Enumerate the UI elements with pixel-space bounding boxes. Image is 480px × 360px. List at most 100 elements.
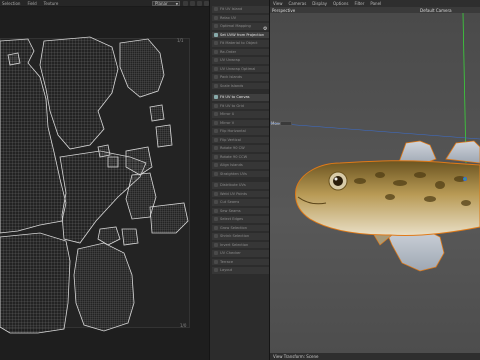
command-icon [214,103,218,108]
uv-island [155,124,173,148]
command-item[interactable]: Select Edges [212,216,269,224]
uv-island [149,202,189,234]
uv-menu-selection[interactable]: Selection [2,1,20,6]
command-item[interactable]: Fit Material to Object [212,40,269,48]
command-item[interactable]: Mirror U [212,111,269,119]
command-icon [214,41,218,46]
command-item[interactable]: UV Unwrap Optimal [212,65,269,73]
viewport-scene[interactable] [270,13,480,353]
uv-island [97,144,111,158]
command-icon [214,32,218,37]
vp-menu-panel[interactable]: Panel [370,1,381,6]
vp-menu-cameras[interactable]: Cameras [289,1,307,6]
command-item[interactable]: UV Unwrap [212,57,269,65]
command-label: Relax UV [220,15,237,20]
command-icon [214,183,218,188]
uv-island [119,38,165,98]
command-item[interactable]: Optimal Mapping [212,23,269,31]
command-item[interactable]: Terrace [212,258,269,266]
command-label: Mirror U [220,112,235,117]
uv-toolbar [183,1,209,6]
command-item[interactable]: Re-Order [212,48,269,56]
command-icon [214,137,218,142]
chevron-down-icon: ▼ [175,1,178,6]
command-item[interactable]: Flip Vertical [212,136,269,144]
command-label: Rotate 90 CCW [220,154,248,159]
command-item[interactable]: Fit UV Island [212,6,269,14]
command-item[interactable]: Straighten UVs [212,170,269,178]
move-tool-field[interactable] [280,120,292,126]
command-item[interactable]: Cut Seams [212,199,269,207]
command-item[interactable]: Align Islands [212,162,269,170]
command-icon [214,208,218,213]
lock-icon[interactable] [183,1,188,6]
command-label: Straighten UVs [220,171,247,176]
viewport-perspective-label: Perspective [272,7,296,13]
command-item[interactable]: Distribute UVs [212,182,269,190]
command-item[interactable]: Flip Horizontal [212,128,269,136]
command-label: Rotate 90 CW [220,146,245,151]
uv-island [7,52,21,66]
command-item[interactable]: Mirror V [212,119,269,127]
fish-model[interactable] [270,13,480,353]
uv-menu-field[interactable]: Field [27,1,36,6]
command-label: Set UVW from Projection [220,32,265,37]
command-icon [214,120,218,125]
command-label: Shrink Selection [220,234,250,239]
command-item[interactable]: Layout [212,267,269,275]
command-item[interactable]: Set UVW from Projection [212,31,269,39]
viewport-panel: View Cameras Display Options Filter Pane… [270,0,480,360]
command-icon [214,154,218,159]
uv-island [0,232,71,334]
command-icon [214,268,218,273]
vp-menu-options[interactable]: Options [333,1,348,6]
uv-menu-texture[interactable]: Texture [44,1,59,6]
command-label: Align Islands [220,163,243,168]
command-item[interactable]: Relax UV [212,14,269,22]
command-icon [214,66,218,71]
command-item[interactable]: Sew Seams [212,207,269,215]
command-label: Fit UV Island [220,7,243,12]
command-item[interactable]: Fit UV to Grid [212,102,269,110]
uv-island [97,226,121,246]
command-item[interactable]: Fit UV to Canvas [212,94,269,102]
command-item[interactable]: Scale Islands [212,82,269,90]
command-item[interactable]: Shrink Selection [212,233,269,241]
command-icon [214,24,218,29]
command-icon [214,200,218,205]
fit-view-icon[interactable] [197,1,202,6]
axis-y-line [462,13,467,164]
command-item[interactable]: Pack Islands [212,74,269,82]
command-item[interactable]: Weld UV Points [212,190,269,198]
command-item[interactable]: Grow Selection [212,224,269,232]
grid-icon[interactable] [190,1,195,6]
projection-select[interactable]: Planar ▼ [152,0,180,6]
uv-island [73,242,135,332]
command-label: Distribute UVs [220,183,246,188]
command-icon [214,58,218,63]
command-label: Layout [220,268,233,273]
command-item[interactable]: Invert Selection [212,241,269,249]
command-icon [214,225,218,230]
vp-menu-view[interactable]: View [273,1,283,6]
uv-island [121,228,139,246]
gear-icon[interactable]: ⚙ [263,27,268,32]
command-item[interactable]: Rotate 90 CW [212,145,269,153]
command-icon [214,191,218,196]
command-label: Mirror V [220,120,235,125]
command-icon [214,15,218,20]
viewport-camera-label[interactable]: Default Camera [420,8,452,13]
uv-island [39,36,119,150]
command-item[interactable]: Rotate 90 CCW [212,153,269,161]
command-label: Fit Material to Object [220,41,258,46]
command-icon [214,112,218,117]
command-icon [214,83,218,88]
command-label: Optimal Mapping [220,24,251,29]
vp-menu-display[interactable]: Display [312,1,327,6]
command-item[interactable]: UV Checker [212,250,269,258]
uv-islands[interactable] [0,7,209,360]
command-label: Grow Selection [220,225,248,230]
command-label: Fit UV to Canvas [220,95,250,100]
dorsal-fin-2 [445,140,480,164]
vp-menu-filter[interactable]: Filter [354,1,364,6]
